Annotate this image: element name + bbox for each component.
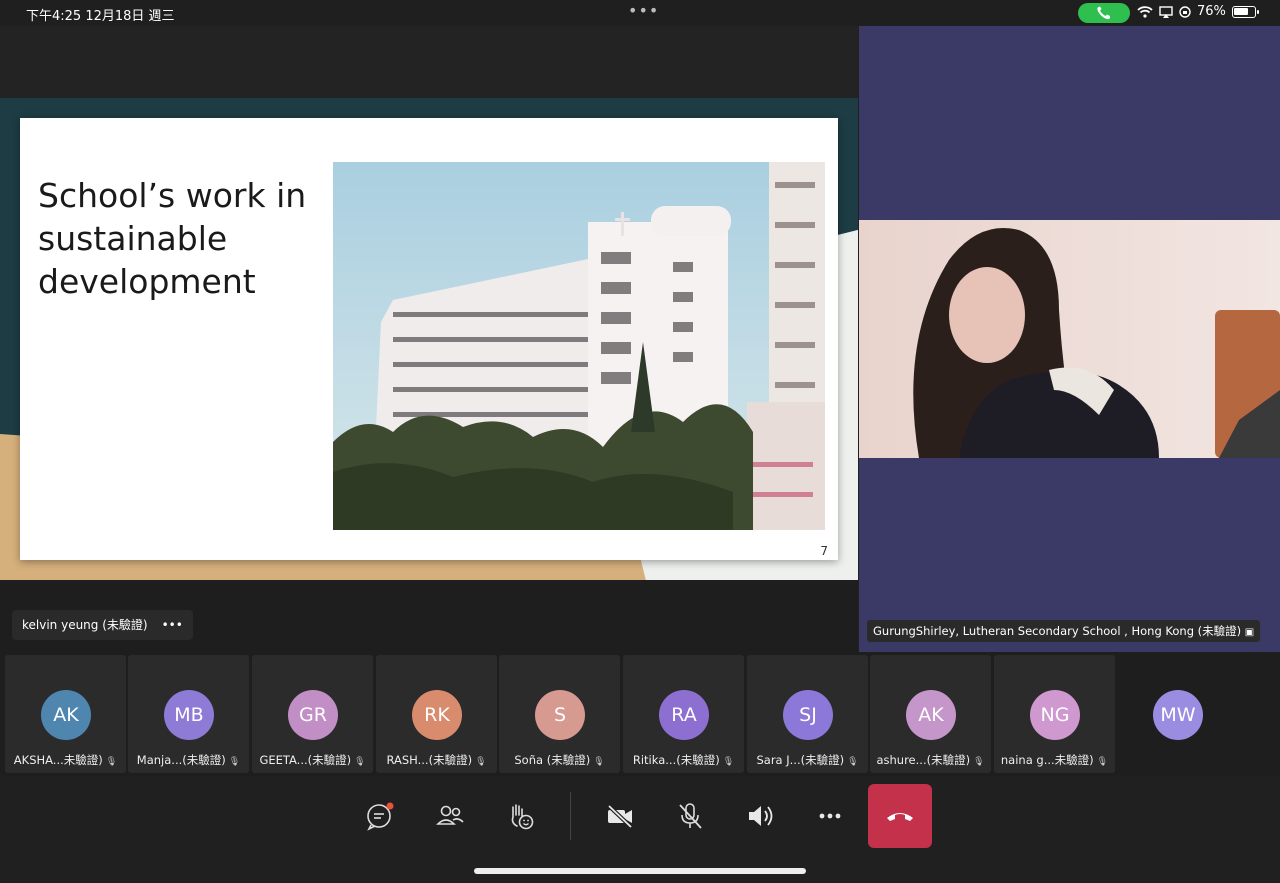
participant-name-row: ashure...(未驗證) 🎙 bbox=[870, 752, 991, 768]
slide-page-number: 7 bbox=[820, 544, 828, 558]
participant-name: Sara J...(未驗證) bbox=[756, 753, 845, 767]
home-indicator[interactable] bbox=[474, 868, 806, 874]
controls-divider bbox=[570, 792, 571, 840]
participant-tile[interactable]: SJ Sara J...(未驗證) 🎙 bbox=[747, 655, 868, 773]
battery-icon bbox=[1231, 5, 1259, 18]
raise-hand-reaction-icon bbox=[511, 804, 534, 830]
participant-tile[interactable]: GR GEETA...(未驗證) 🎙 bbox=[252, 655, 373, 773]
presenter-name-tag[interactable]: kelvin yeung (未驗證) ••• bbox=[12, 610, 193, 640]
shared-slide[interactable]: School’s work in sustainable development bbox=[20, 118, 838, 560]
participants-button[interactable] bbox=[430, 796, 470, 836]
participant-name: RASH...(未驗證) bbox=[386, 753, 473, 767]
leave-call-button[interactable] bbox=[868, 784, 932, 848]
screen-mirroring-icon bbox=[1159, 5, 1173, 18]
muted-mic-icon: 🎙 bbox=[354, 757, 366, 767]
status-time: 下午4:25 12月18日 週三 bbox=[26, 9, 175, 24]
camera-off-icon bbox=[607, 804, 633, 829]
mic-toggle-button[interactable] bbox=[670, 796, 710, 836]
video-participant-label: GurungShirley, Lutheran Secondary School… bbox=[873, 624, 1242, 638]
phone-icon bbox=[1097, 6, 1110, 20]
stage-header-area bbox=[0, 26, 858, 98]
participant-tile[interactable]: AK ashure...(未驗證) 🎙 bbox=[870, 655, 991, 773]
participant-tile[interactable]: NG naina g...未驗證) 🎙 bbox=[994, 655, 1115, 773]
participant-name: Manja...(未驗證) bbox=[136, 753, 226, 767]
camera-toggle-button[interactable] bbox=[600, 796, 640, 836]
hang-up-icon bbox=[887, 813, 913, 821]
mic-off-icon bbox=[679, 803, 702, 829]
active-call-pill[interactable] bbox=[1078, 3, 1130, 23]
video-participant-name: GurungShirley, Lutheran Secondary School… bbox=[867, 620, 1261, 642]
slide-title: School’s work in sustainable development bbox=[38, 176, 307, 301]
participant-tile[interactable]: MW bbox=[1117, 655, 1238, 773]
status-bar: 下午4:25 12月18日 週三 ••• 76% bbox=[0, 0, 1280, 26]
participant-name-row: AKSHA...未驗證) 🎙 bbox=[5, 752, 126, 768]
muted-mic-icon: 🎙 bbox=[847, 757, 859, 767]
avatar: SJ bbox=[783, 690, 833, 740]
reactions-button[interactable] bbox=[500, 796, 540, 836]
muted-mic-icon: 🎙 bbox=[722, 757, 735, 767]
muted-mic-icon: 🎙 bbox=[475, 757, 487, 767]
avatar: AK bbox=[41, 690, 91, 740]
participant-tile[interactable]: RK RASH...(未驗證) 🎙 bbox=[376, 655, 497, 773]
participant-name-row: RASH...(未驗證) 🎙 bbox=[376, 752, 497, 768]
participant-strip: AK AKSHA...未驗證) 🎙 MB Manja...(未驗證) 🎙 GR GEETA..… bbox=[0, 652, 1280, 776]
participant-name-row: Sara J...(未驗證) 🎙 bbox=[747, 752, 868, 768]
avatar: S bbox=[535, 690, 585, 740]
participant-name: Ritika...(未驗證) bbox=[632, 753, 720, 767]
participant-name-row: naina g...未驗證) 🎙 bbox=[994, 752, 1115, 768]
chat-icon bbox=[367, 802, 394, 831]
participant-name: naina g...未驗證) bbox=[1000, 753, 1094, 767]
avatar: NG bbox=[1030, 690, 1080, 740]
participant-tile[interactable]: RA Ritika...(未驗證) 🎙 bbox=[623, 655, 744, 773]
avatar: RA bbox=[659, 690, 709, 740]
avatar: MW bbox=[1153, 690, 1203, 740]
screen-share-icon: ▣ bbox=[1244, 627, 1255, 638]
wifi-icon bbox=[1137, 5, 1153, 18]
participant-name: GEETA...(未驗證) bbox=[259, 753, 352, 767]
presenter-name: kelvin yeung (未驗證) bbox=[22, 618, 148, 632]
more-actions-button[interactable] bbox=[810, 796, 850, 836]
participant-name: Soña (未驗證) bbox=[514, 753, 591, 767]
muted-mic-icon: 🎙 bbox=[105, 757, 118, 767]
participant-tile[interactable]: MB Manja...(未驗證) 🎙 bbox=[128, 655, 249, 773]
avatar: RK bbox=[412, 690, 462, 740]
muted-mic-icon: 🎙 bbox=[228, 757, 241, 767]
avatar: GR bbox=[288, 690, 338, 740]
muted-mic-icon: 🎙 bbox=[973, 757, 985, 767]
more-icon bbox=[819, 813, 841, 819]
multitasking-dots-icon[interactable]: ••• bbox=[628, 1, 659, 20]
participant-video-feed bbox=[859, 220, 1280, 458]
muted-mic-icon: 🎙 bbox=[1096, 757, 1109, 767]
participant-name: ashure...(未驗證) bbox=[876, 753, 971, 767]
people-icon bbox=[436, 805, 464, 825]
muted-mic-icon: 🎙 bbox=[593, 757, 605, 767]
speaker-button[interactable] bbox=[740, 796, 780, 836]
participant-tile[interactable]: S Soña (未驗證) 🎙 bbox=[499, 655, 620, 773]
chat-button[interactable] bbox=[360, 796, 400, 836]
more-options-icon[interactable]: ••• bbox=[162, 610, 183, 640]
participant-tile[interactable]: AK AKSHA...未驗證) 🎙 bbox=[5, 655, 126, 773]
participant-name-row: Soña (未驗證) 🎙 bbox=[499, 752, 620, 768]
participant-name-row: Ritika...(未驗證) 🎙 bbox=[623, 752, 744, 768]
participant-name-row: GEETA...(未驗證) 🎙 bbox=[252, 752, 373, 768]
orientation-lock-icon bbox=[1179, 5, 1191, 18]
meeting-controls bbox=[0, 776, 1280, 883]
participant-name-row: Manja...(未驗證) 🎙 bbox=[128, 752, 249, 768]
school-building-photo bbox=[333, 162, 825, 530]
participant-video-panel[interactable]: GurungShirley, Lutheran Secondary School… bbox=[859, 26, 1280, 652]
avatar: MB bbox=[164, 690, 214, 740]
avatar: AK bbox=[906, 690, 956, 740]
speaker-icon bbox=[749, 806, 773, 826]
battery-percent: 76% bbox=[1197, 4, 1226, 19]
participant-name: AKSHA...未驗證) bbox=[13, 753, 103, 767]
